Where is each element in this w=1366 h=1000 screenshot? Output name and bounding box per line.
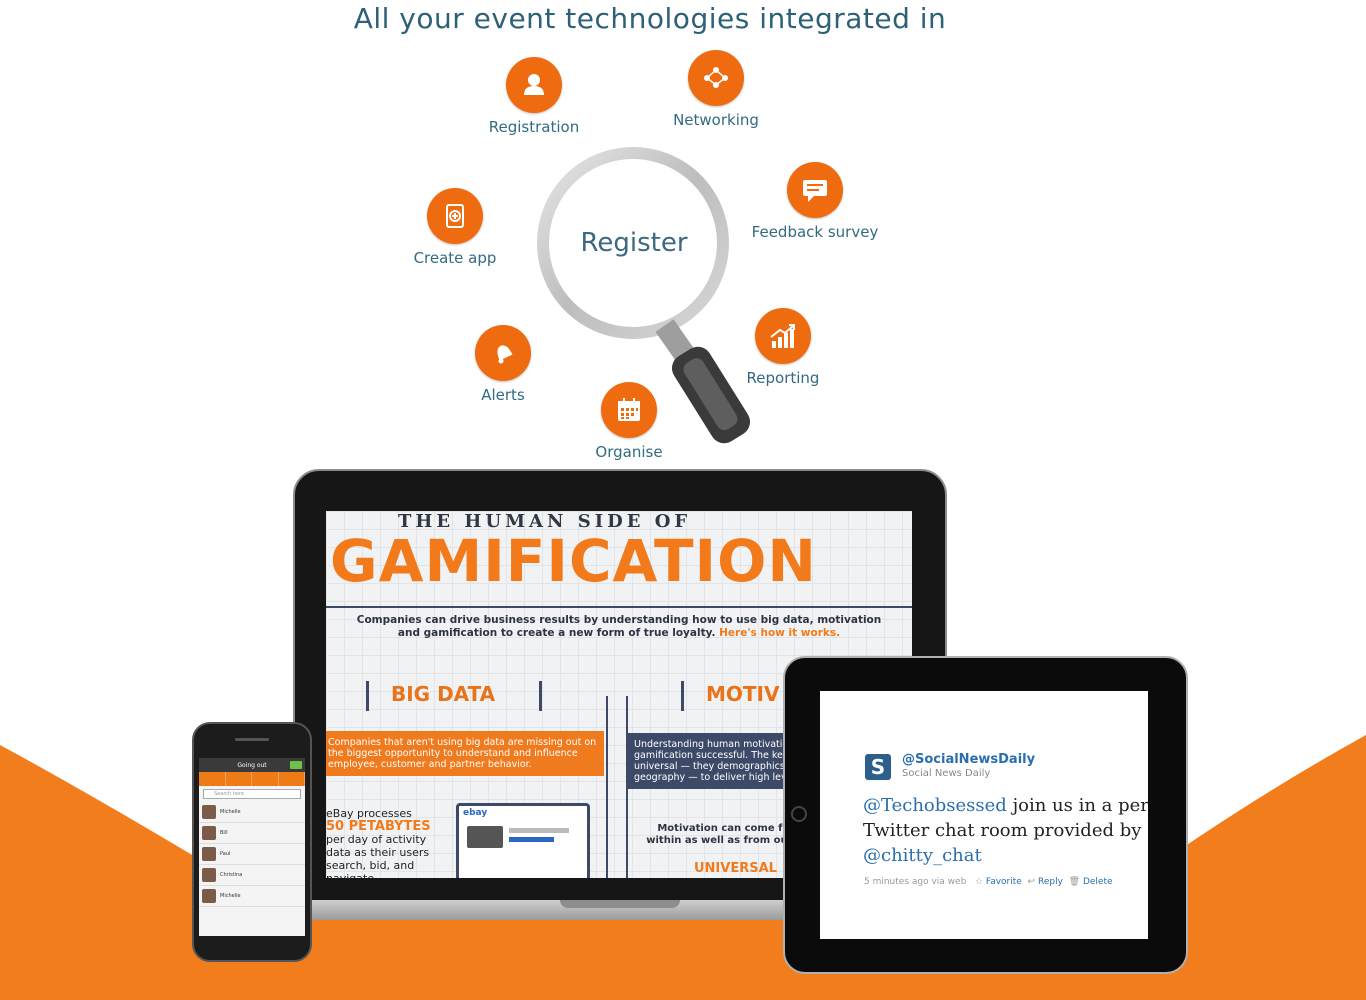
ebay-stat: eBay processes 50 PETABYTES per day of a… [326,807,431,878]
avatar [202,847,216,861]
avatar [202,889,216,903]
avatar [202,868,216,882]
avatar [202,805,216,819]
star-icon: ☆ [974,877,983,887]
laptop-notch [560,900,680,908]
universal-label: UNIVERSAL [694,861,777,876]
phone-screen-app: Going out Search here Michelle Bill Paul… [199,758,305,936]
feature-feedback-survey[interactable]: Feedback survey [735,162,895,241]
avatar [202,826,216,840]
phone-app-header: Going out [199,758,305,772]
phone-search-input[interactable]: Search here [203,789,301,799]
phone-tabs[interactable] [199,772,305,786]
phone-speaker [235,738,269,741]
calendar-icon [601,382,657,438]
feature-label: Registration [488,118,580,136]
list-item[interactable]: Michelle [199,802,305,823]
feature-label: Reporting [746,369,820,387]
feature-label: Organise [595,443,663,461]
big-data-text: Companies that aren't using big data are… [326,731,604,776]
feature-label: Feedback survey [751,223,879,241]
list-item[interactable]: Michelle [199,886,305,907]
user-icon [506,57,562,113]
center-label: Register [580,228,688,258]
tweet-mention[interactable]: @Techobsessed [863,795,1007,816]
tweet-body: @Techobsessed join us in a personal Twit… [863,795,1148,866]
list-item[interactable]: Bill [199,823,305,844]
tweet-author-name: Social News Daily [902,768,991,779]
big-data-title: BIG DATA [391,682,496,706]
feature-registration[interactable]: Registration [454,57,614,136]
connector-line [606,696,608,878]
infographic-lead: Companies can drive business results by … [356,614,882,639]
motivation-title: MOTIV [706,682,780,706]
feature-organise[interactable]: Organise [549,382,709,461]
monitor-illustration: ebay [456,803,590,878]
lead-link[interactable]: Here's how it works. [719,627,840,639]
reply-icon: ↩ [1027,877,1036,887]
feature-reporting[interactable]: Reporting [703,308,863,387]
twitter-avatar: S [865,754,891,780]
growth-chart-icon [755,308,811,364]
divider [326,606,912,608]
tablet-screen-tweet: S @SocialNewsDaily Social News Daily @Te… [820,691,1148,939]
feature-create-app[interactable]: Create app [375,188,535,267]
trash-icon: 🗑 [1068,877,1081,887]
feature-label: Create app [413,249,497,267]
list-item[interactable]: Paul [199,844,305,865]
reply-link[interactable]: Reply [1038,877,1063,887]
feature-label: Networking [673,111,759,129]
phone-action-button[interactable] [290,761,302,769]
tweet-meta: 5 minutes ago via web ☆ Favorite ↩ Reply… [864,877,1113,887]
feature-networking[interactable]: Networking [636,50,796,129]
favorite-link[interactable]: Favorite [986,877,1022,887]
delete-link[interactable]: Delete [1083,877,1113,887]
app-add-icon [427,188,483,244]
infographic-title: GAMIFICATION [330,527,817,595]
headline: All your event technologies integrated i… [353,2,947,35]
list-item[interactable]: Christina [199,865,305,886]
tablet-home-button [791,806,807,822]
tweet-mention[interactable]: @chitty_chat [863,845,982,866]
bell-icon [475,325,531,381]
tweet-handle[interactable]: @SocialNewsDaily [902,752,1035,767]
chat-bubble-icon [787,162,843,218]
network-icon [688,50,744,106]
